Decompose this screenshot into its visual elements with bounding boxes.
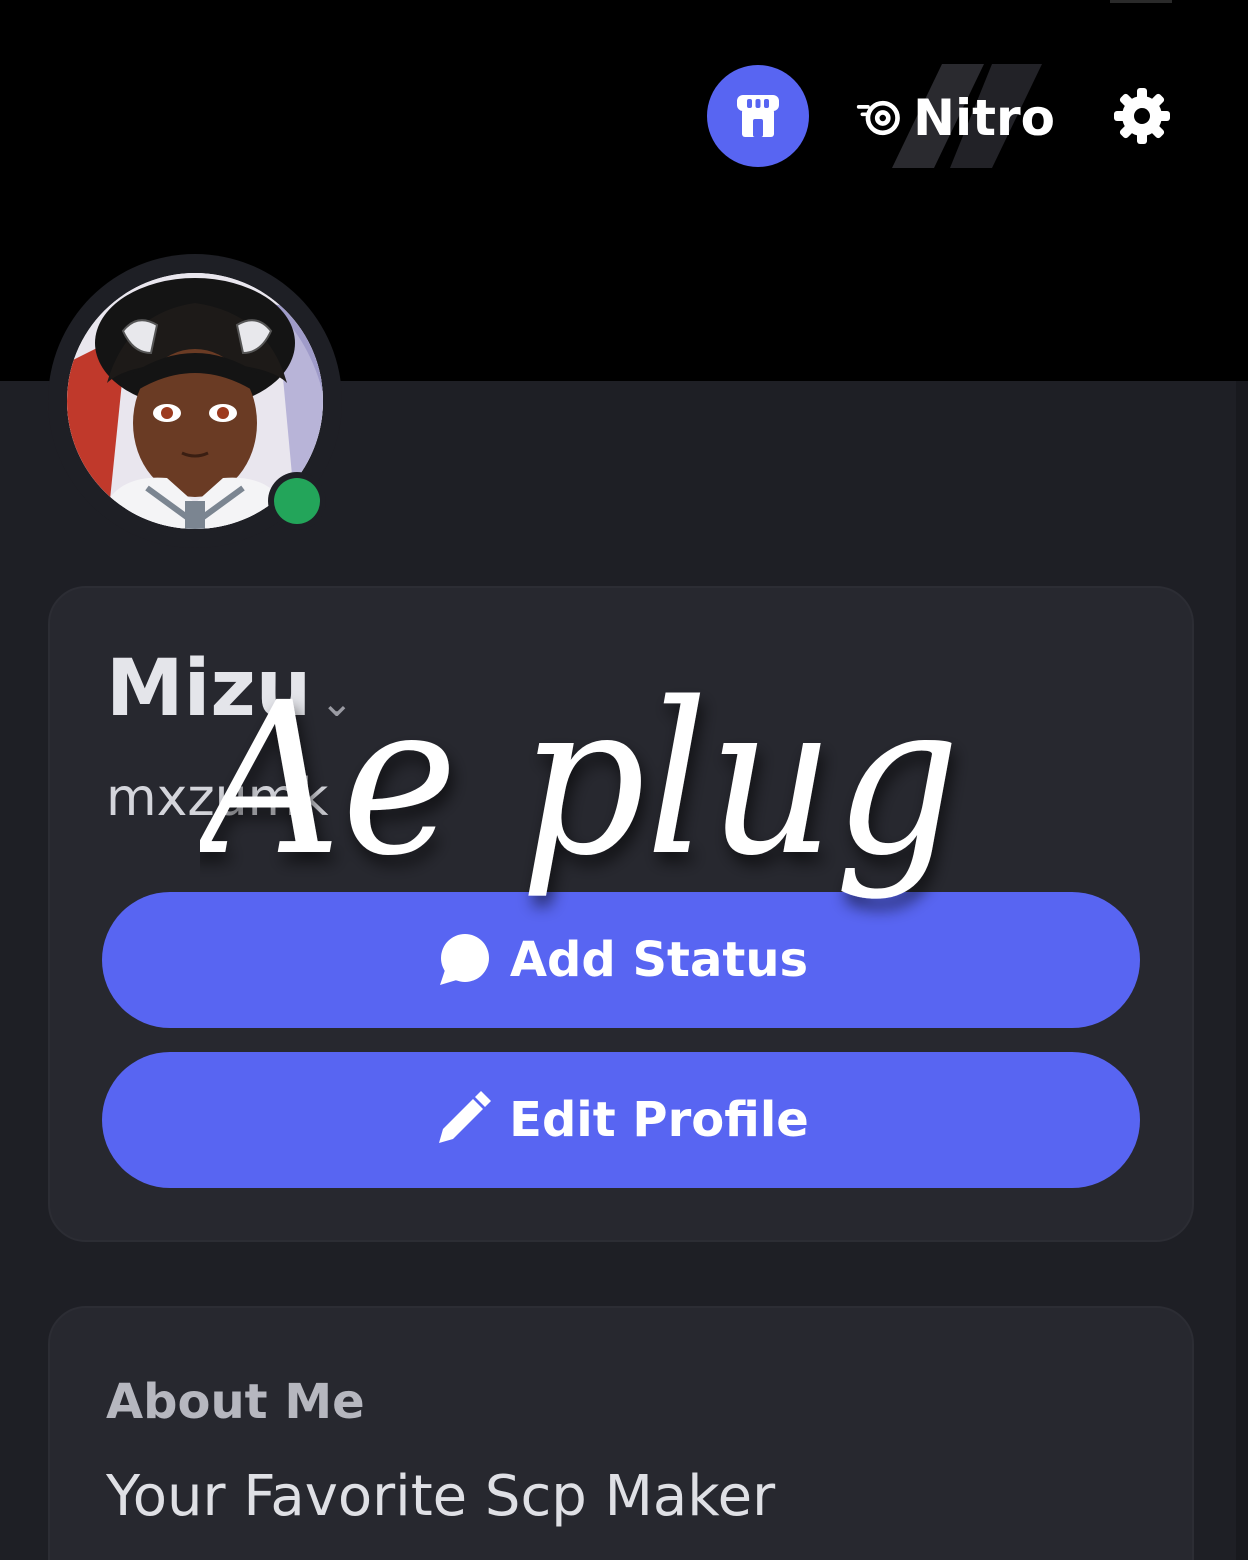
nitro-button[interactable]: Nitro [855, 70, 1055, 165]
chevron-down-icon[interactable]: ⌄ [320, 680, 354, 726]
about-me-heading: About Me [106, 1374, 365, 1430]
nitro-label: Nitro [913, 88, 1055, 147]
chat-bubble-icon [439, 934, 489, 985]
scrollbar-track[interactable] [1236, 381, 1248, 1560]
add-status-button[interactable]: Add Status [102, 892, 1140, 1028]
about-me-card: About Me Your Favorite Scp Maker [48, 1306, 1194, 1560]
about-me-text: Your Favorite Scp Maker [106, 1464, 776, 1529]
profile-card: Mizu ⌄ mxzumk Add Status Edit Profile [48, 586, 1194, 1242]
status-indicator [268, 472, 326, 530]
edit-profile-label: Edit Profile [509, 1092, 809, 1148]
edit-profile-button[interactable]: Edit Profile [102, 1052, 1140, 1188]
pencil-icon [439, 1091, 492, 1143]
profile-screen: Nitro Mizu ⌄ mxzumk Add Status Edit Prof… [0, 0, 1248, 1560]
nitro-icon [856, 100, 900, 135]
online-dot [274, 478, 320, 524]
status-bar-indicator [1110, 0, 1172, 3]
settings-button[interactable] [1112, 86, 1172, 146]
add-status-label: Add Status [509, 932, 809, 988]
shop-icon [737, 95, 779, 137]
gear-icon [1114, 88, 1170, 144]
shop-button[interactable] [707, 65, 809, 167]
username: mxzumk [106, 768, 329, 828]
display-name[interactable]: Mizu [106, 650, 311, 728]
